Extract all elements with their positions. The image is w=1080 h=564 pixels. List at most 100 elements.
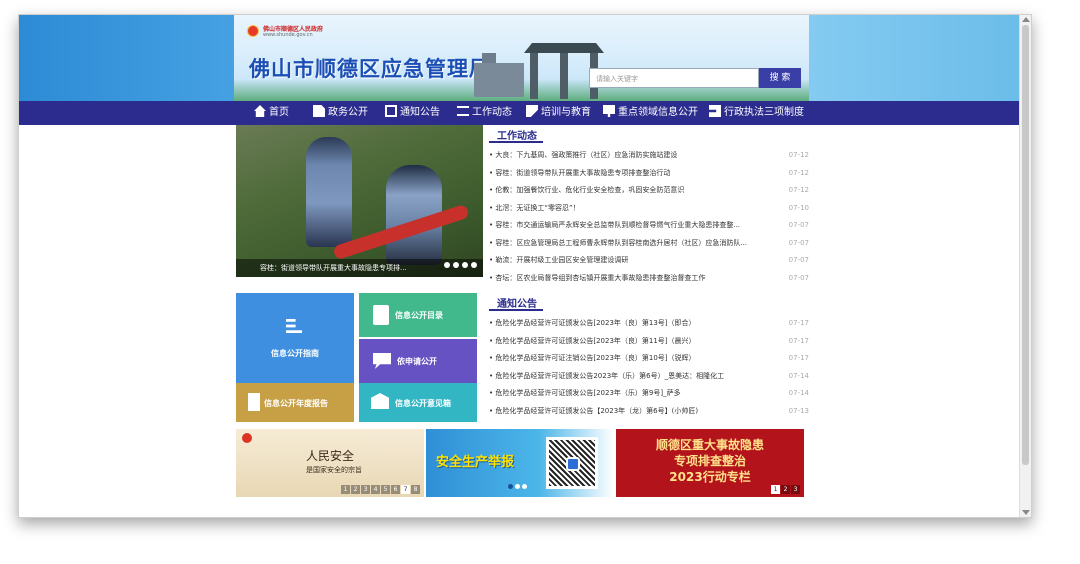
divider — [489, 141, 543, 143]
carousel-dot[interactable] — [471, 262, 477, 268]
catalog-icon — [373, 305, 389, 325]
carousel-dot[interactable] — [444, 262, 450, 268]
nav-item-label: 通知公告 — [400, 107, 440, 118]
pager-button[interactable]: 8 — [411, 485, 420, 494]
nav-item-training[interactable]: 培训与教育 — [526, 101, 591, 125]
scroll-down-icon[interactable] — [1022, 510, 1030, 515]
info-guide-tile[interactable]: 信息公开指南 — [236, 293, 354, 383]
carousel-dot[interactable] — [462, 262, 468, 268]
hazard-campaign-banner[interactable]: 顺德区重大事故隐患 专项排查整治 2023行动专栏 123 — [616, 429, 804, 497]
pager-button[interactable]: 7 — [401, 485, 410, 494]
pager-button[interactable]: 2 — [781, 485, 790, 494]
pen-icon — [526, 105, 538, 117]
site-header: 佛山市顺德区人民政府 www.shunde.gov.cn 佛山市顺德区应急管理局… — [19, 15, 1021, 101]
pager-button[interactable]: 1 — [341, 485, 350, 494]
nav-item-label: 首页 — [269, 107, 289, 118]
list-item[interactable]: • 勒流：开展村级工业园区安全管理建设调研 07-07 — [489, 252, 809, 270]
apply-disclosure-tile[interactable]: 依申请公开 — [359, 339, 477, 383]
divider — [489, 309, 543, 311]
work-news-title[interactable]: 工作动态 — [497, 127, 537, 142]
nav-item-label: 培训与教育 — [541, 107, 591, 118]
nav-item-label: 政务公开 — [328, 107, 368, 118]
search-input[interactable]: 请输入关键字 — [589, 68, 759, 88]
pager-button[interactable]: 1 — [771, 485, 780, 494]
nav-item-law-enforcement[interactable]: 行政执法三项制度 — [709, 101, 804, 125]
qr-code-icon[interactable] — [546, 437, 598, 489]
nav-item-home[interactable]: 首页 — [254, 101, 289, 125]
pager-button[interactable]: 4 — [371, 485, 380, 494]
nav-item-key-areas[interactable]: 重点领域信息公开 — [603, 101, 698, 125]
building-illustration — [474, 53, 524, 97]
safety-report-banner[interactable]: 安全生产举报 — [426, 429, 614, 497]
banner-title: 人民安全 — [306, 449, 355, 463]
tile-label: 信息公开目录 — [395, 311, 443, 320]
photo-person — [306, 137, 352, 247]
list-item[interactable]: • 北滘：无证换工“零容忍”！ 07-10 — [489, 200, 809, 218]
pager-button[interactable]: 3 — [791, 485, 800, 494]
notices-title[interactable]: 通知公告 — [497, 295, 537, 310]
list-item[interactable]: • 容桂：市交通运输局严永辉安全总监带队到顺检督导燃气行业重大隐患排查整... 0… — [489, 217, 809, 235]
list-item[interactable]: • 危险化学品经营许可证颁发公告[2023年（良）第11号]（晨兴） 07-17 — [489, 333, 809, 351]
national-emblem-icon — [247, 25, 259, 37]
tile-label: 信息公开年度报告 — [264, 399, 328, 408]
search-button[interactable]: 搜 索 — [759, 68, 801, 88]
screen-icon — [603, 105, 615, 117]
carousel-dots — [441, 253, 477, 272]
vertical-scrollbar[interactable] — [1019, 15, 1031, 517]
main-nav: 首页 政务公开 通知公告 工作动态 培训与教育 重点领域信息公开 行政执法三项制… — [19, 101, 1021, 125]
apply-icon — [373, 353, 391, 369]
nav-item-work-news[interactable]: 工作动态 — [457, 101, 512, 125]
report-icon — [248, 393, 260, 411]
annual-report-tile[interactable]: 信息公开年度报告 — [236, 383, 354, 422]
nav-item-notices[interactable]: 通知公告 — [385, 101, 440, 125]
carousel-dot[interactable] — [508, 484, 513, 489]
notices-list: • 危险化学品经营许可证颁发公告[2023年（良）第13号]（即合） 07-17 … — [489, 315, 809, 420]
list-item[interactable]: • 杏坛：区农业局督导组到杏坛镇开展重大事故隐患排查整治督查工作 07-07 — [489, 270, 809, 288]
mailbox-icon — [371, 393, 389, 409]
banner-subtitle: 是国家安全的宗旨 — [306, 466, 362, 474]
pager-button[interactable]: 2 — [351, 485, 360, 494]
lines-icon — [457, 106, 469, 116]
nav-item-label: 重点领域信息公开 — [618, 107, 698, 118]
law-icon — [709, 105, 721, 117]
banner-title: 顺德区重大事故隐患 专项排查整治 2023行动专栏 — [655, 438, 764, 484]
home-icon — [254, 105, 266, 117]
banner-title: 安全生产举报 — [436, 455, 515, 470]
list-item[interactable]: • 大良：下九基周、强政策推行（社区）应急消防实施站建设 07-12 — [489, 147, 809, 165]
tile-label: 依申请公开 — [397, 357, 437, 366]
list-item[interactable]: • 容桂：区应急管理局总工程师曹永辉带队到容桂南选升居村（社区）应急消防队...… — [489, 235, 809, 253]
info-catalog-tile[interactable]: 信息公开目录 — [359, 293, 477, 337]
carousel-dot[interactable] — [453, 262, 459, 268]
document-icon — [313, 105, 325, 117]
pager-button[interactable]: 5 — [381, 485, 390, 494]
site-title[interactable]: 佛山市顺德区应急管理局 — [249, 53, 491, 83]
list-item[interactable]: • 危险化学品经营许可证注销公告[2023年（良）第10号]（锐辉） 07-17 — [489, 350, 809, 368]
opinion-box-tile[interactable]: 信息公开意见箱 — [359, 383, 477, 422]
list-item[interactable]: • 危险化学品经营许可证颁发公告2023年（乐）第6号）_恩美达：相隆化工 07-… — [489, 368, 809, 386]
people-safety-banner[interactable]: 人民安全 是国家安全的宗旨 12345678 — [236, 429, 424, 497]
photo-carousel[interactable]: 容桂：街道领导带队开展重大事故隐患专项排... — [236, 125, 483, 277]
pager-button[interactable]: 3 — [361, 485, 370, 494]
list-item[interactable]: • 伦教：加强餐饮行业、危化行业安全检查，巩固安全防范意识 07-12 — [489, 182, 809, 200]
work-news-list: • 大良：下九基周、强政策推行（社区）应急消防实施站建设 07-12 • 容桂：街… — [489, 147, 809, 287]
tile-label: 信息公开指南 — [271, 349, 319, 358]
nav-item-gov-affairs[interactable]: 政务公开 — [313, 101, 368, 125]
list-item[interactable]: • 容桂：街道领导带队开展重大事故隐患专项排查整治行动 07-12 — [489, 165, 809, 183]
tile-label: 信息公开意见箱 — [395, 399, 451, 408]
nav-item-label: 工作动态 — [472, 107, 512, 118]
pager-button[interactable]: 6 — [391, 485, 400, 494]
list-search-icon — [286, 319, 302, 333]
board-icon — [385, 105, 397, 117]
browser-window: 佛山市顺德区人民政府 www.shunde.gov.cn 佛山市顺德区应急管理局… — [18, 14, 1032, 518]
party-emblem-icon — [242, 433, 252, 443]
carousel-dot[interactable] — [515, 484, 520, 489]
scroll-up-icon[interactable] — [1022, 17, 1030, 22]
carousel-dot[interactable] — [522, 484, 527, 489]
nav-item-label: 行政执法三项制度 — [724, 107, 804, 118]
list-item[interactable]: • 危险化学品经营许可证颁发公告【2023年（龙）第6号】(小帅匠) 07-13 — [489, 403, 809, 421]
banner-dots — [508, 474, 527, 493]
scrollbar-thumb[interactable] — [1022, 25, 1029, 465]
list-item[interactable]: • 危险化学品经营许可证颁发公告[2023年（乐）第9号]_萨多 07-14 — [489, 385, 809, 403]
list-item[interactable]: • 危险化学品经营许可证颁发公告[2023年（良）第13号]（即合） 07-17 — [489, 315, 809, 333]
gov-url[interactable]: www.shunde.gov.cn — [263, 32, 313, 38]
